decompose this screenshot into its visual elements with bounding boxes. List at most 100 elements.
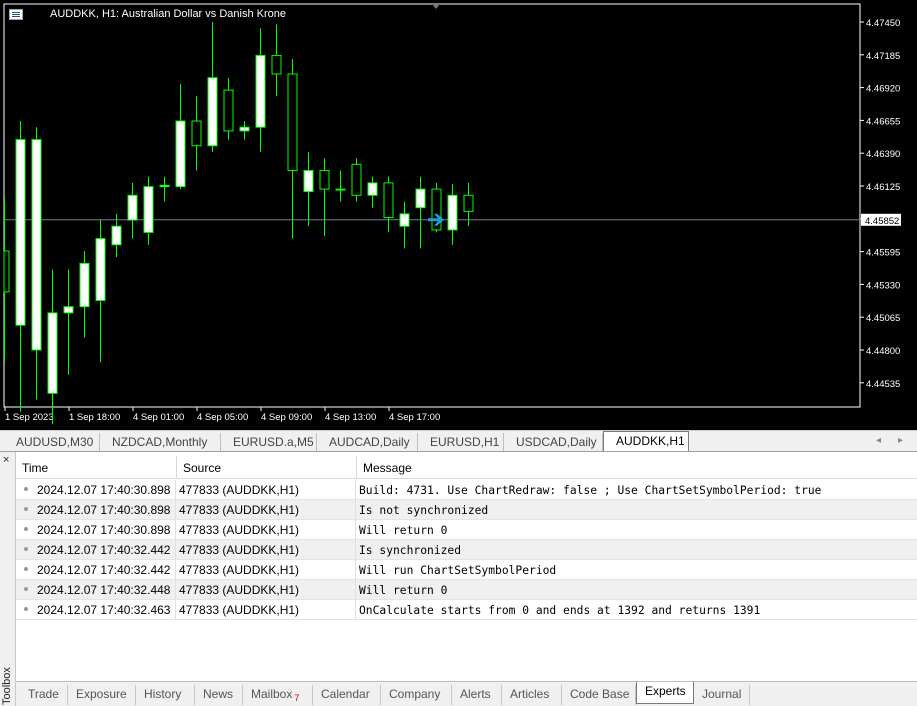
toolbox-tab[interactable]: Mailbox 7 xyxy=(243,685,313,705)
toolbox-tab-label: Experts xyxy=(645,684,686,698)
candle xyxy=(399,201,410,249)
toolbox-tab[interactable]: Exposure xyxy=(68,685,136,705)
candle-body xyxy=(303,170,314,193)
candle xyxy=(95,220,106,363)
column-header-time[interactable]: Time xyxy=(16,456,176,479)
candle-body xyxy=(319,170,330,190)
chart-window[interactable]: 4.47450 4.47185 4.46920 4.46655 4.46390 4.461… xyxy=(0,0,917,430)
y-tick-label: 4.44800 xyxy=(866,346,900,357)
candle xyxy=(3,197,10,363)
toolbox-tab[interactable]: Code Base xyxy=(562,685,636,705)
chart-title: AUDDKK, H1: Australian Dollar vs Danish … xyxy=(50,8,286,20)
candle xyxy=(223,77,234,140)
log-source: 477833 (AUDDKK,H1) xyxy=(179,583,300,597)
column-separator xyxy=(355,520,356,540)
chart-tab[interactable]: NZDCAD,Monthly xyxy=(100,433,221,452)
log-bullet-icon xyxy=(24,547,28,551)
column-separator xyxy=(175,580,176,600)
candle-body xyxy=(271,54,282,75)
y-tick-label: 4.45330 xyxy=(866,280,900,291)
toolbox-tab-label: Company xyxy=(389,687,441,701)
toolbox-tab-label: Alerts xyxy=(460,687,491,701)
column-separator xyxy=(355,540,356,560)
toolbox-tabs: Trade Exposure History News Mailbox 7 Calendar… xyxy=(16,681,917,706)
toolbox-tab[interactable]: Articles xyxy=(502,685,562,705)
candle-body xyxy=(223,89,234,132)
candle xyxy=(31,127,42,400)
y-tick-label: 4.45065 xyxy=(866,313,900,324)
candle xyxy=(351,158,362,202)
toolbox-panel: × Toolbox Time Source Message 2024.12.07… xyxy=(0,451,917,706)
candle xyxy=(191,96,202,171)
log-row[interactable]: 2024.12.07 17:40:30.898 477833 (AUDDKK,H1… xyxy=(16,520,917,540)
candle xyxy=(255,28,266,152)
column-header-source[interactable]: Source xyxy=(176,456,356,479)
log-source: 477833 (AUDDKK,H1) xyxy=(179,503,300,517)
price-arrow-icon xyxy=(428,213,444,226)
x-tick-label: 1 Sep 18:00 xyxy=(69,412,120,423)
log-message: Is synchronized xyxy=(359,544,462,557)
column-separator xyxy=(175,600,176,620)
toolbox-tab-label: Exposure xyxy=(76,687,127,701)
candle xyxy=(47,269,58,425)
toolbox-tab[interactable]: Trade xyxy=(20,685,68,705)
candle xyxy=(287,59,298,239)
x-tick-label: 4 Sep 09:00 xyxy=(261,412,312,423)
toolbox-tab[interactable]: Journal xyxy=(694,685,750,705)
chart-tab[interactable]: EURUSD.a,M5 xyxy=(221,433,317,452)
toolbox-tab[interactable]: Experts xyxy=(636,682,694,704)
column-separator xyxy=(175,540,176,560)
log-bullet-icon xyxy=(24,507,28,511)
column-header-message[interactable]: Message xyxy=(356,456,917,479)
chart-tab[interactable]: EURUSD,H1 xyxy=(418,433,504,452)
candle xyxy=(15,121,26,412)
candle-body xyxy=(367,182,378,196)
log-source: 477833 (AUDDKK,H1) xyxy=(179,603,300,617)
scroll-right-icon[interactable]: ▸ xyxy=(898,435,903,446)
column-separator xyxy=(175,480,176,500)
log-row[interactable]: 2024.12.07 17:40:30.898 477833 (AUDDKK,H1… xyxy=(16,500,917,520)
toolbox-tab[interactable]: News xyxy=(195,685,243,705)
y-tick-label: 4.44535 xyxy=(866,379,900,390)
toolbox-tab[interactable]: History xyxy=(136,685,195,705)
chart-tab[interactable]: USDCAD,Daily xyxy=(504,433,603,452)
toolbox-tab[interactable]: Company xyxy=(381,685,452,705)
column-separator xyxy=(355,580,356,600)
price-chart[interactable]: 4.47450 4.47185 4.46920 4.46655 4.46390 4.461… xyxy=(0,0,917,430)
chart-window-icon xyxy=(9,9,23,20)
toolbox-tab[interactable]: Calendar xyxy=(313,685,381,705)
candle-body xyxy=(239,126,250,132)
log-source: 477833 (AUDDKK,H1) xyxy=(179,483,300,497)
candle xyxy=(111,213,122,258)
log-row[interactable]: 2024.12.07 17:40:32.442 477833 (AUDDKK,H1… xyxy=(16,540,917,560)
candle-body xyxy=(3,250,10,293)
y-tick-label: 4.47450 xyxy=(866,18,900,29)
log-source: 477833 (AUDDKK,H1) xyxy=(179,543,300,557)
log-row[interactable]: 2024.12.07 17:40:32.442 477833 (AUDDKK,H1… xyxy=(16,560,917,580)
candle-body xyxy=(47,312,58,394)
log-message: OnCalculate starts from 0 and ends at 13… xyxy=(359,604,761,617)
column-separator xyxy=(175,500,176,520)
candle xyxy=(319,158,330,237)
toolbox-tab-label: Trade xyxy=(28,687,59,701)
chart-tabs-bar: AUDUSD,M30 NZDCAD,Monthly EURUSD.a,M5 AUDCA… xyxy=(0,430,917,452)
column-separator xyxy=(355,480,356,500)
log-time: 2024.12.07 17:40:30.898 xyxy=(37,483,171,497)
log-row[interactable]: 2024.12.07 17:40:30.898 477833 (AUDDKK,H1… xyxy=(16,480,917,500)
log-time: 2024.12.07 17:40:30.898 xyxy=(37,503,171,517)
chart-tab[interactable]: AUDCAD,Daily xyxy=(317,433,418,452)
scroll-marker xyxy=(432,4,440,9)
x-tick-label: 4 Sep 17:00 xyxy=(389,412,440,423)
scroll-left-icon[interactable]: ◂ xyxy=(876,435,881,446)
toolbox-tab-label: Articles xyxy=(510,687,550,701)
log-source: 477833 (AUDDKK,H1) xyxy=(179,563,300,577)
log-time: 2024.12.07 17:40:32.442 xyxy=(37,563,171,577)
close-icon[interactable]: × xyxy=(3,454,9,466)
log-row[interactable]: 2024.12.07 17:40:32.448 477833 (AUDDKK,H1… xyxy=(16,580,917,600)
candle-body xyxy=(127,194,138,221)
log-row[interactable]: 2024.12.07 17:40:32.463 477833 (AUDDKK,H1… xyxy=(16,600,917,620)
chart-tab[interactable]: AUDDKK,H1 xyxy=(603,431,689,452)
chart-tab[interactable]: AUDUSD,M30 xyxy=(4,433,100,452)
toolbox-tab[interactable]: Alerts xyxy=(452,685,502,705)
y-tick-label: 4.46655 xyxy=(866,116,900,127)
